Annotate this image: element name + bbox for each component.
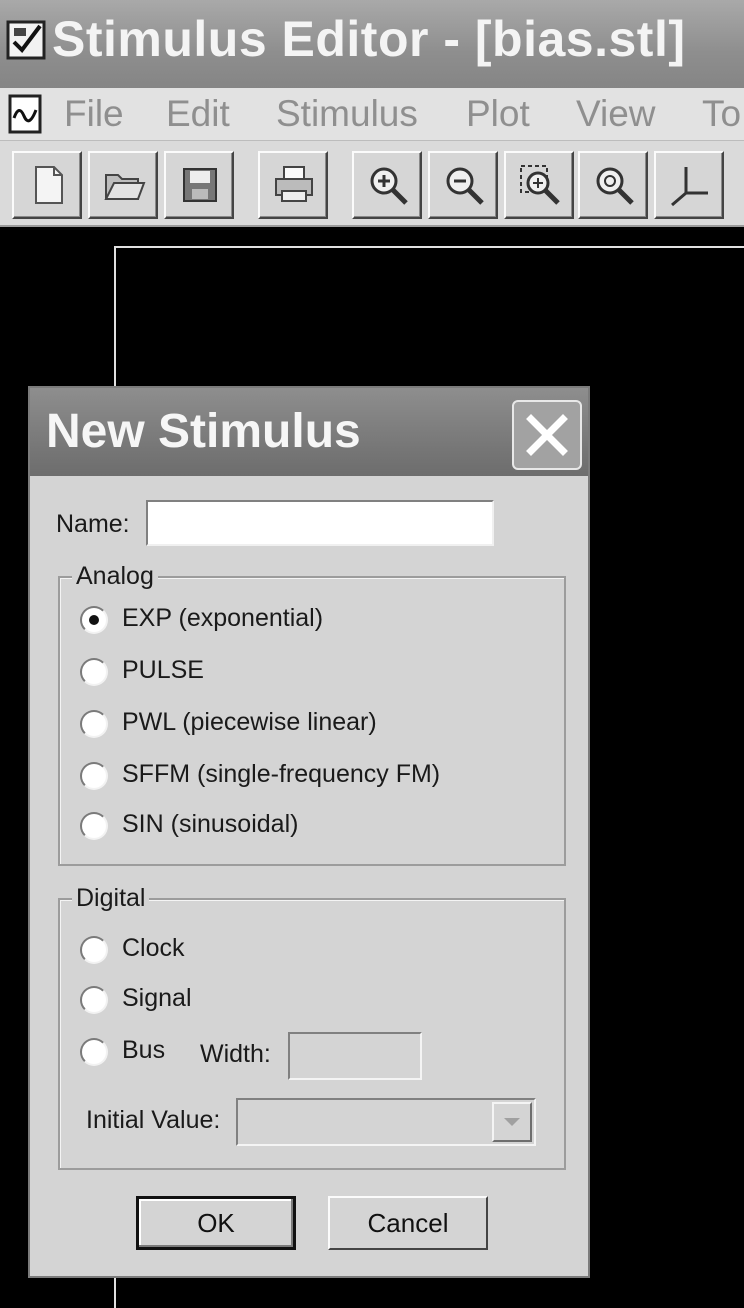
zoom-area-icon <box>520 165 560 205</box>
width-label: Width: <box>200 1040 271 1068</box>
zoom-in-icon <box>370 167 408 205</box>
radio-sffm[interactable] <box>80 762 108 790</box>
window-title: Stimulus Editor - [bias.stl] <box>52 11 686 67</box>
digital-legend: Digital <box>72 884 150 913</box>
initial-value-label: Initial Value: <box>86 1106 221 1134</box>
name-label: Name: <box>56 510 130 538</box>
radio-pwl-label[interactable]: PWL (piecewise linear) <box>122 708 377 737</box>
new-file-icon <box>35 166 63 204</box>
new-file-button[interactable] <box>12 151 82 219</box>
zoom-fit-button[interactable] <box>578 151 648 219</box>
printer-icon <box>275 166 313 202</box>
analog-legend: Analog <box>72 562 158 591</box>
dialog-title: New Stimulus <box>46 405 361 458</box>
menu-edit[interactable]: Edit <box>166 90 230 138</box>
close-button[interactable] <box>512 400 582 470</box>
open-folder-icon <box>104 174 146 200</box>
radio-sffm-label[interactable]: SFFM (single-frequency FM) <box>122 760 440 789</box>
menu-view[interactable]: View <box>576 90 656 138</box>
radio-bus-label[interactable]: Bus <box>122 1036 165 1065</box>
toolbar <box>0 141 744 227</box>
radio-sin[interactable] <box>80 812 108 840</box>
radio-signal-label[interactable]: Signal <box>122 984 192 1013</box>
new-stimulus-dialog: New Stimulus Name: Analog EXP (exponenti… <box>28 386 590 1278</box>
radio-signal[interactable] <box>80 986 108 1014</box>
dialog-titlebar[interactable]: New Stimulus <box>30 388 588 476</box>
chevron-down-icon[interactable] <box>492 1102 532 1142</box>
axis-button[interactable] <box>654 151 724 219</box>
width-input[interactable] <box>288 1032 422 1080</box>
menu-tools[interactable]: To <box>702 90 741 138</box>
ok-button[interactable]: OK <box>136 1196 296 1250</box>
close-icon <box>526 414 568 456</box>
zoom-out-button[interactable] <box>428 151 498 219</box>
zoom-in-button[interactable] <box>352 151 422 219</box>
radio-exp-label[interactable]: EXP (exponential) <box>122 604 323 633</box>
menu-stimulus[interactable]: Stimulus <box>276 90 418 138</box>
save-disk-icon <box>183 168 217 202</box>
menu-bar: File Edit Stimulus Plot View To <box>0 88 744 141</box>
zoom-out-icon <box>446 167 484 205</box>
document-icon[interactable] <box>6 94 46 134</box>
name-input[interactable] <box>146 500 494 546</box>
zoom-area-button[interactable] <box>504 151 574 219</box>
radio-sin-label[interactable]: SIN (sinusoidal) <box>122 810 298 839</box>
radio-bus[interactable] <box>80 1038 108 1066</box>
print-button[interactable] <box>258 151 328 219</box>
app-icon[interactable] <box>6 20 46 60</box>
save-button[interactable] <box>164 151 234 219</box>
radio-pulse-label[interactable]: PULSE <box>122 656 204 685</box>
menu-plot[interactable]: Plot <box>466 90 530 138</box>
radio-pwl[interactable] <box>80 710 108 738</box>
radio-pulse[interactable] <box>80 658 108 686</box>
open-folder-button[interactable] <box>88 151 158 219</box>
menu-file[interactable]: File <box>64 90 124 138</box>
radio-clock-label[interactable]: Clock <box>122 934 185 963</box>
radio-clock[interactable] <box>80 936 108 964</box>
radio-exp[interactable] <box>80 606 108 634</box>
axis-icon <box>671 167 708 207</box>
window-titlebar[interactable]: Stimulus Editor - [bias.stl] <box>0 0 744 88</box>
initial-value-select[interactable] <box>236 1098 536 1146</box>
cancel-button[interactable]: Cancel <box>328 1196 488 1250</box>
zoom-fit-icon <box>596 167 634 205</box>
